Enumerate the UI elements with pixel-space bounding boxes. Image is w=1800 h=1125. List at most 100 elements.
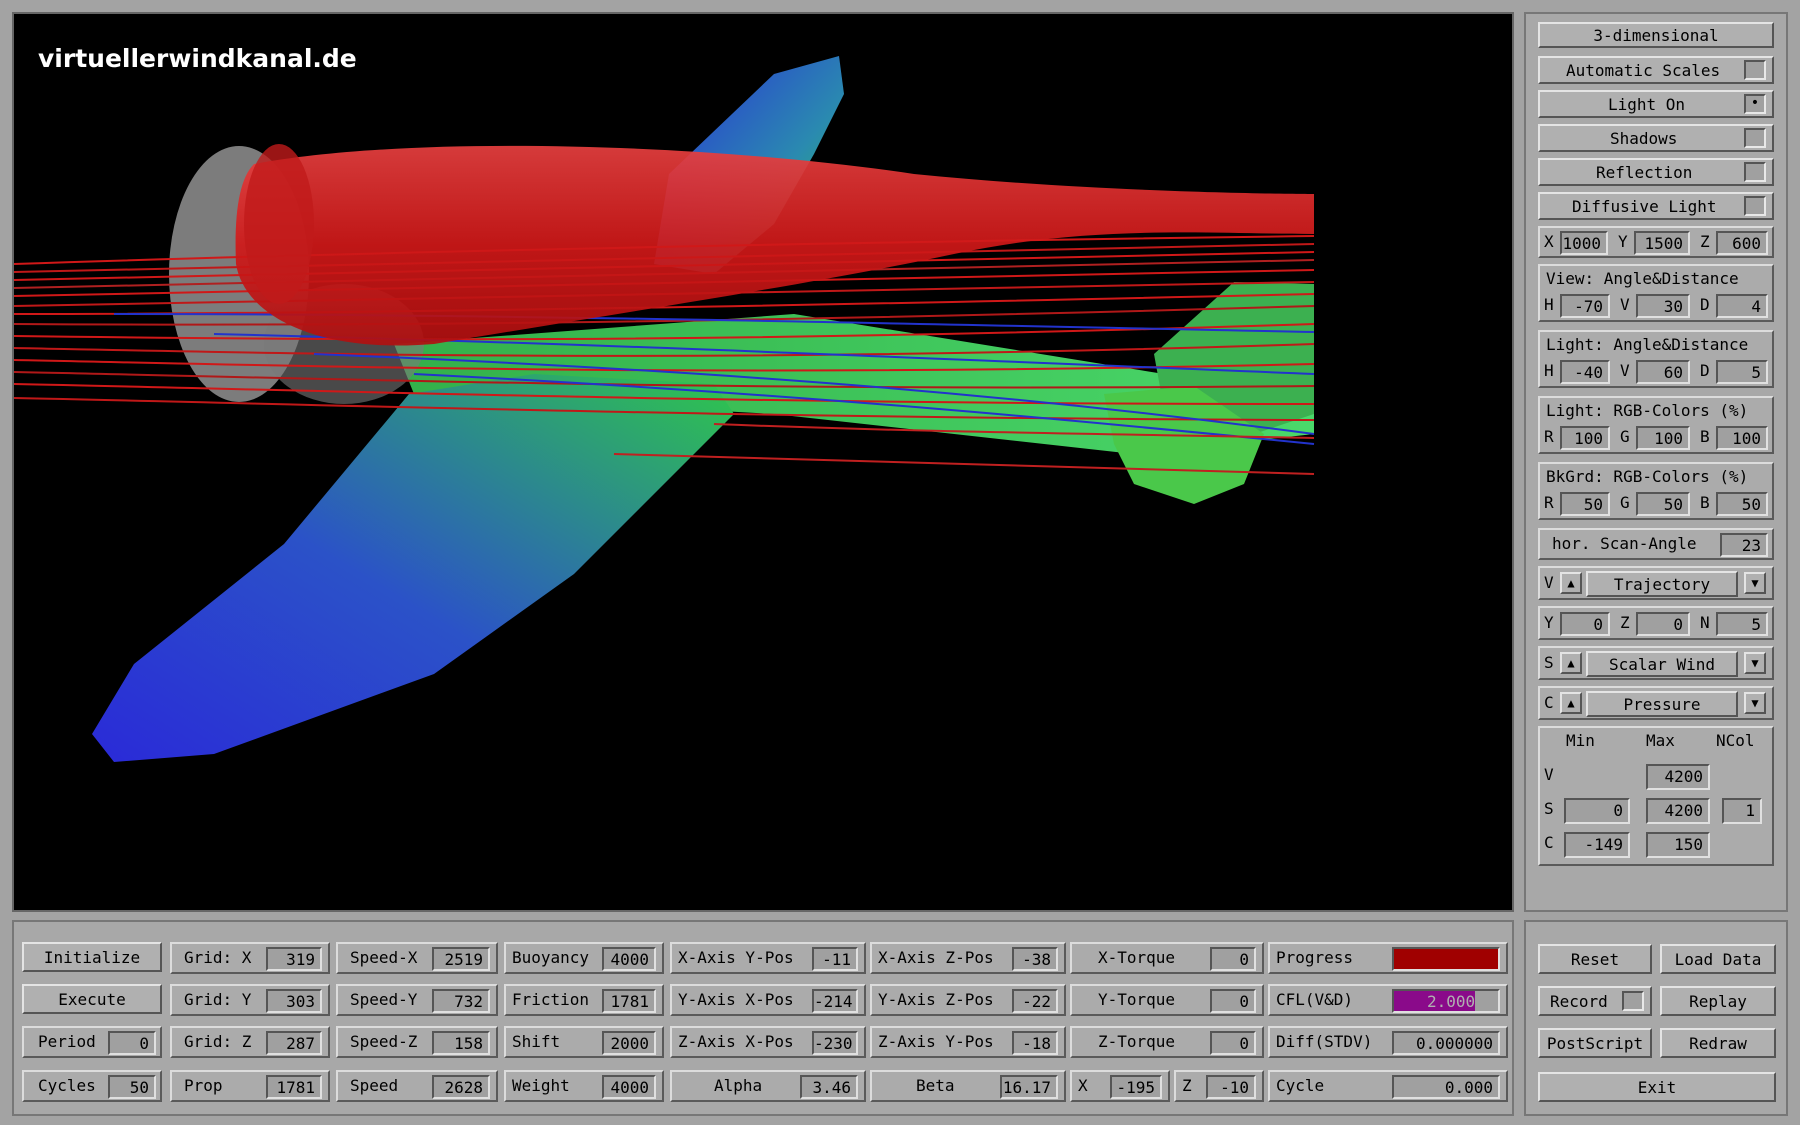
scalar-next-button[interactable]: ▼: [1744, 652, 1766, 674]
light-v-field[interactable]: 60: [1636, 360, 1690, 384]
x-offset-group: X -195: [1070, 1070, 1170, 1102]
shift-field[interactable]: 2000: [602, 1031, 656, 1055]
execute-button[interactable]: Execute: [22, 984, 162, 1014]
x-axis-z-pos-field[interactable]: -38: [1012, 947, 1058, 971]
pos-z-field[interactable]: 600: [1716, 231, 1768, 255]
render-viewport[interactable]: virtuellerwindkanal.de: [12, 12, 1514, 912]
bk-b-field[interactable]: 50: [1716, 492, 1768, 516]
beta-field[interactable]: 16.17: [1000, 1075, 1058, 1099]
bk-g-field[interactable]: 50: [1636, 492, 1690, 516]
shift-label: Shift: [512, 1032, 561, 1051]
cycles-field[interactable]: 50: [108, 1075, 156, 1099]
scales-c-min-field[interactable]: -149: [1564, 832, 1630, 858]
period-label: Period: [38, 1032, 96, 1051]
grid-y-group: Grid: Y 303: [170, 984, 330, 1016]
scales-s-min-field[interactable]: 0: [1564, 798, 1630, 824]
view-d-label: D: [1700, 295, 1710, 314]
scales-s-max-field[interactable]: 4200: [1646, 798, 1710, 824]
view-v-field[interactable]: 30: [1636, 294, 1690, 318]
vector-select[interactable]: Trajectory: [1586, 571, 1738, 597]
shadows-toggle[interactable]: Shadows: [1538, 124, 1774, 152]
exit-button[interactable]: Exit: [1538, 1072, 1776, 1102]
grid-z-field[interactable]: 287: [266, 1031, 322, 1055]
light-on-checkbox[interactable]: •: [1744, 94, 1766, 114]
color-select[interactable]: Pressure: [1586, 691, 1738, 717]
light-r-field[interactable]: 100: [1560, 426, 1610, 450]
shadows-checkbox[interactable]: [1744, 128, 1766, 148]
speed-z-field[interactable]: 158: [432, 1031, 490, 1055]
alpha-field[interactable]: 3.46: [800, 1075, 858, 1099]
friction-field[interactable]: 1781: [602, 989, 656, 1013]
z-torque-field[interactable]: 0: [1210, 1031, 1256, 1055]
diffusive-light-checkbox[interactable]: [1744, 196, 1766, 216]
light-g-field[interactable]: 100: [1636, 426, 1690, 450]
y-axis-x-pos-group: Y-Axis X-Pos -214: [670, 984, 866, 1016]
speed-y-label: Speed-Y: [350, 990, 418, 1009]
streamtube-cap: [244, 144, 314, 304]
mode-button[interactable]: 3-dimensional: [1538, 22, 1774, 48]
buoyancy-field[interactable]: 4000: [602, 947, 656, 971]
z-axis-y-pos-field[interactable]: -18: [1012, 1031, 1058, 1055]
light-on-label: Light On: [1608, 94, 1686, 114]
y-axis-x-pos-field[interactable]: -214: [812, 989, 858, 1013]
grid-y-field[interactable]: 303: [266, 989, 322, 1013]
automatic-scales-checkbox[interactable]: [1744, 60, 1766, 80]
y-torque-field[interactable]: 0: [1210, 989, 1256, 1013]
record-toggle[interactable]: Record: [1538, 986, 1652, 1016]
grid-x-field[interactable]: 319: [266, 947, 322, 971]
initialize-button[interactable]: Initialize: [22, 942, 162, 972]
pos-z-label: Z: [1700, 232, 1710, 251]
reflection-toggle[interactable]: Reflection: [1538, 158, 1774, 186]
scales-s-ncol-field[interactable]: 1: [1722, 798, 1762, 824]
speed-field[interactable]: 2628: [432, 1075, 490, 1099]
replay-button[interactable]: Replay: [1660, 986, 1776, 1016]
yzn-y-field[interactable]: 0: [1560, 612, 1610, 636]
pos-x-field[interactable]: 1000: [1560, 231, 1608, 255]
color-prev-button[interactable]: ▲: [1560, 692, 1582, 714]
z-axis-x-pos-field[interactable]: -230: [812, 1031, 858, 1055]
load-data-button[interactable]: Load Data: [1660, 944, 1776, 974]
scales-v-max-field[interactable]: 4200: [1646, 764, 1710, 790]
record-checkbox[interactable]: [1622, 991, 1644, 1011]
z-axis-x-pos-label: Z-Axis X-Pos: [678, 1032, 794, 1051]
view-h-field[interactable]: -70: [1560, 294, 1610, 318]
light-on-toggle[interactable]: Light On •: [1538, 90, 1774, 118]
speed-x-field[interactable]: 2519: [432, 947, 490, 971]
pos-y-field[interactable]: 1500: [1634, 231, 1690, 255]
x-axis-y-pos-field[interactable]: -11: [812, 947, 858, 971]
scalar-select[interactable]: Scalar Wind: [1586, 651, 1738, 677]
period-field[interactable]: 0: [108, 1031, 156, 1055]
light-group: Light: Angle&Distance H -40 V 60 D 5: [1538, 330, 1774, 388]
reflection-checkbox[interactable]: [1744, 162, 1766, 182]
scalar-prev-button[interactable]: ▲: [1560, 652, 1582, 674]
reset-button[interactable]: Reset: [1538, 944, 1652, 974]
postscript-button[interactable]: PostScript: [1538, 1028, 1652, 1058]
x-torque-field[interactable]: 0: [1210, 947, 1256, 971]
bk-r-label: R: [1544, 493, 1554, 512]
light-h-field[interactable]: -40: [1560, 360, 1610, 384]
diffusive-light-toggle[interactable]: Diffusive Light: [1538, 192, 1774, 220]
automatic-scales-toggle[interactable]: Automatic Scales: [1538, 56, 1774, 84]
redraw-button[interactable]: Redraw: [1660, 1028, 1776, 1058]
beta-group: Beta 16.17: [870, 1070, 1066, 1102]
z-offset-field[interactable]: -10: [1206, 1075, 1256, 1099]
color-next-button[interactable]: ▼: [1744, 692, 1766, 714]
x-offset-field[interactable]: -195: [1110, 1075, 1162, 1099]
light-d-field[interactable]: 5: [1716, 360, 1768, 384]
y-axis-z-pos-field[interactable]: -22: [1012, 989, 1058, 1013]
scales-c-max-field[interactable]: 150: [1646, 832, 1710, 858]
yzn-y-label: Y: [1544, 613, 1554, 632]
yzn-n-field[interactable]: 5: [1716, 612, 1768, 636]
vector-next-button[interactable]: ▼: [1744, 572, 1766, 594]
light-b-field[interactable]: 100: [1716, 426, 1768, 450]
scalar-select-prefix: S: [1544, 653, 1554, 672]
yzn-z-field[interactable]: 0: [1636, 612, 1690, 636]
speed-y-field[interactable]: 732: [432, 989, 490, 1013]
view-d-field[interactable]: 4: [1716, 294, 1768, 318]
scan-angle-field[interactable]: 23: [1720, 533, 1768, 557]
z-torque-group: Z-Torque 0: [1070, 1026, 1264, 1058]
prop-field[interactable]: 1781: [266, 1075, 322, 1099]
bk-r-field[interactable]: 50: [1560, 492, 1610, 516]
weight-field[interactable]: 4000: [602, 1075, 656, 1099]
vector-prev-button[interactable]: ▲: [1560, 572, 1582, 594]
